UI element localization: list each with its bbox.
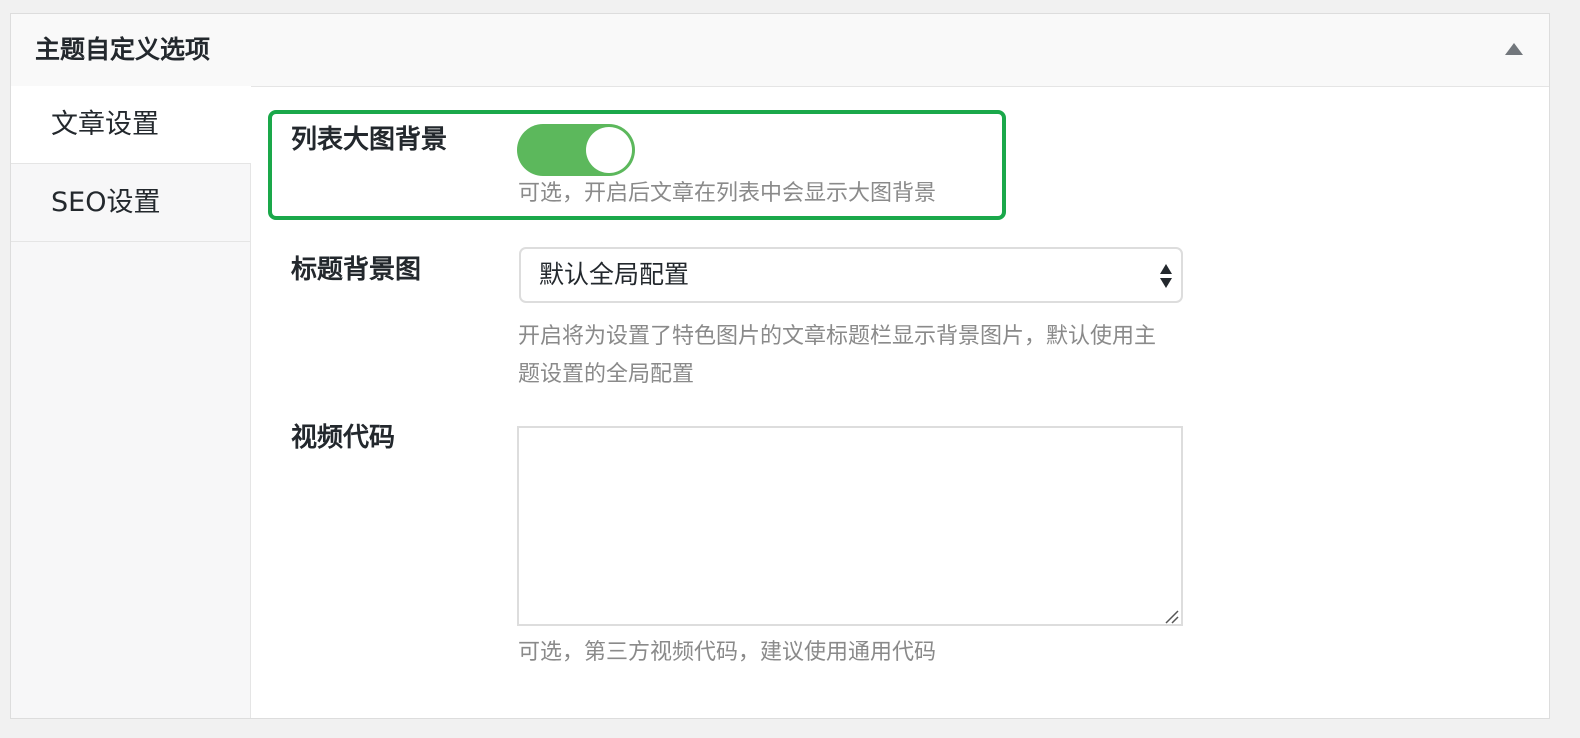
options-content: 列表大图背景 可选，开启后文章在列表中会显示大图背景 标题背景图 默认全局配置 …	[251, 86, 1549, 718]
select-value: 默认全局配置	[539, 260, 690, 289]
video-code-label: 视频代码	[291, 423, 396, 453]
list-bg-toggle[interactable]	[517, 124, 635, 176]
video-code-description: 可选，第三方视频代码，建议使用通用代码	[518, 640, 937, 665]
video-code-textarea[interactable]	[517, 426, 1183, 626]
options-tabs: 文章设置 SEO设置	[11, 86, 251, 718]
metabox-header: 主题自定义选项	[11, 14, 1549, 87]
theme-options-metabox: 主题自定义选项 文章设置 SEO设置 列表大图背景 可选，开启后文章在列表中会显…	[10, 13, 1550, 719]
list-bg-description: 可选，开启后文章在列表中会显示大图背景	[518, 181, 937, 206]
title-bg-label: 标题背景图	[291, 255, 422, 285]
list-bg-label: 列表大图背景	[291, 125, 448, 155]
triangle-up-icon	[1505, 43, 1523, 55]
toggle-knob	[586, 127, 632, 173]
tab-post-settings[interactable]: 文章设置	[11, 86, 251, 164]
select-arrows-icon	[1160, 264, 1172, 288]
collapse-toggle-button[interactable]	[1503, 40, 1525, 58]
title-bg-description: 开启将为设置了特色图片的文章标题栏显示背景图片，默认使用主题设置的全局配置	[518, 324, 1157, 387]
tab-seo-settings[interactable]: SEO设置	[11, 164, 250, 242]
metabox-title: 主题自定义选项	[35, 35, 211, 64]
title-bg-select[interactable]: 默认全局配置	[519, 247, 1183, 303]
